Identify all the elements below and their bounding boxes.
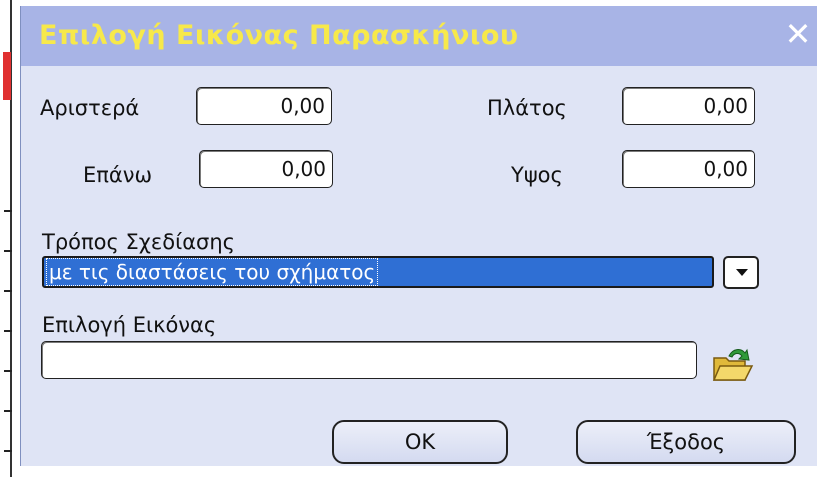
- dialog-titlebar[interactable]: Επιλογή Εικόνας Παρασκήνιου ✕: [21, 6, 817, 66]
- background-tick: [4, 330, 12, 332]
- width-input[interactable]: 0,00: [622, 87, 755, 125]
- chevron-down-icon: [736, 269, 748, 276]
- draw-mode-selected-value: με τις διαστάσεις του σχήματος: [45, 258, 379, 286]
- dialog-title: Επιλογή Εικόνας Παρασκήνιου: [39, 20, 519, 51]
- left-label: Αριστερά: [40, 96, 140, 120]
- image-path-input[interactable]: [41, 341, 697, 379]
- top-label: Επάνω: [83, 163, 153, 187]
- height-input[interactable]: 0,00: [622, 150, 755, 188]
- background-tick: [4, 250, 12, 252]
- background-tick: [4, 450, 12, 452]
- height-label: Υψος: [511, 163, 563, 187]
- background-tick: [4, 210, 12, 212]
- background-tick: [4, 410, 12, 412]
- background-tick: [4, 290, 12, 292]
- draw-mode-label: Τρόπος Σχεδίασης: [42, 230, 235, 254]
- draw-mode-dropdown-button[interactable]: [723, 256, 759, 289]
- folder-open-icon[interactable]: [711, 344, 755, 384]
- background-image-dialog: Επιλογή Εικόνας Παρασκήνιου ✕ Αριστερά 0…: [20, 6, 817, 466]
- image-select-label: Επιλογή Εικόνας: [42, 313, 217, 337]
- left-input[interactable]: 0,00: [196, 87, 332, 125]
- draw-mode-select[interactable]: με τις διαστάσεις του σχήματος: [42, 256, 714, 288]
- exit-button[interactable]: Έξοδος: [576, 420, 796, 464]
- top-input[interactable]: 0,00: [199, 150, 333, 188]
- width-label: Πλάτος: [487, 96, 567, 120]
- ok-button[interactable]: OK: [332, 420, 508, 464]
- close-icon[interactable]: ✕: [784, 16, 812, 52]
- background-red-marker: [3, 52, 11, 100]
- background-tick: [4, 370, 12, 372]
